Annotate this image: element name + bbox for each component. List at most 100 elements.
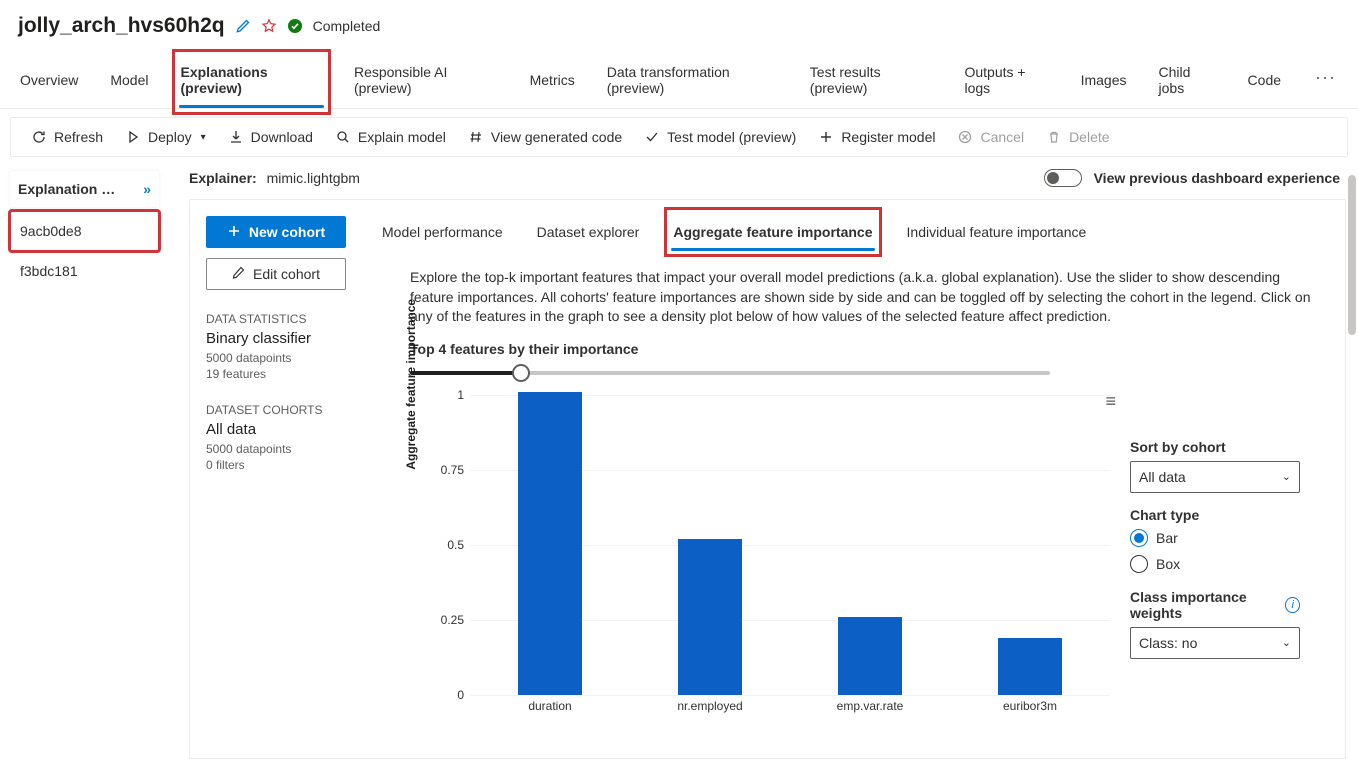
page-title: jolly_arch_hvs60h2q (18, 14, 225, 38)
x-tick: duration (528, 699, 571, 713)
y-tick: 1 (428, 388, 464, 402)
bar[interactable] (518, 392, 582, 695)
subtab-model-performance[interactable]: Model performance (380, 214, 505, 250)
plus-icon (818, 129, 834, 145)
cancel-button: Cancel (957, 129, 1024, 145)
sidebar-header: Explanation … » (10, 171, 159, 207)
x-tick: euribor3m (1003, 699, 1057, 713)
hash-icon (468, 129, 484, 145)
toggle-label: View previous dashboard experience (1094, 170, 1340, 186)
dataset-cohorts: DATASET COHORTS All data 5000 datapoints… (206, 403, 350, 472)
info-icon[interactable]: i (1285, 597, 1300, 613)
feature-importance-chart: ≡ Aggregate feature importance 00.250.50… (410, 395, 1110, 715)
edit-icon[interactable] (235, 18, 251, 34)
toggle-row: View previous dashboard experience (1044, 169, 1340, 187)
radio-icon (1130, 555, 1148, 573)
previous-dashboard-toggle[interactable] (1044, 169, 1082, 187)
cancel-icon (957, 129, 973, 145)
bar[interactable] (678, 539, 742, 695)
play-icon (125, 129, 141, 145)
dashboard: New cohort Edit cohort DATA STATISTICS B… (189, 199, 1346, 759)
chart-type-box[interactable]: Box (1130, 555, 1300, 573)
view-code-button[interactable]: View generated code (468, 129, 622, 145)
chevron-down-icon: ⌄ (1282, 636, 1291, 649)
y-tick: 0 (428, 688, 464, 702)
tab-outputs-logs[interactable]: Outputs + logs (962, 56, 1050, 108)
tab-images[interactable]: Images (1079, 64, 1129, 100)
search-icon (335, 129, 351, 145)
scrollbar[interactable] (1348, 175, 1356, 765)
toolbar: Refresh Deploy ▾ Download Explain model … (10, 117, 1348, 157)
explainer-value: mimic.lightgbm (267, 170, 360, 186)
chart-type-bar[interactable]: Bar (1130, 529, 1300, 547)
tab-explanations[interactable]: Explanations (preview) (179, 56, 324, 108)
y-tick: 0.5 (428, 538, 464, 552)
weights-select[interactable]: Class: no ⌄ (1130, 627, 1300, 659)
delete-button: Delete (1046, 129, 1109, 145)
sidebar-explanation-1[interactable]: f3bdc181 (10, 251, 159, 291)
data-statistics: DATA STATISTICS Binary classifier 5000 d… (206, 312, 350, 381)
chart-type-label: Chart type (1130, 507, 1300, 523)
x-tick: nr.employed (677, 699, 742, 713)
chart-row: ≡ Aggregate feature importance 00.250.50… (410, 395, 1327, 758)
check-icon (644, 129, 660, 145)
chart-controls: Sort by cohort All data ⌄ Chart type Bar (1120, 395, 1300, 758)
sort-by-label: Sort by cohort (1130, 439, 1300, 455)
tab-responsible-ai[interactable]: Responsible AI (preview) (352, 56, 500, 108)
explanation-sidebar: Explanation … » 9acb0de8 f3bdc181 (0, 163, 165, 769)
description-text: Explore the top-k important features tha… (410, 268, 1327, 327)
tab-overflow[interactable]: ··· (1311, 67, 1340, 98)
new-cohort-button[interactable]: New cohort (206, 216, 346, 248)
edit-icon (232, 266, 245, 282)
subtab-aggregate-importance[interactable]: Aggregate feature importance (671, 214, 874, 250)
refresh-icon (31, 129, 47, 145)
slider-thumb[interactable] (512, 364, 530, 382)
tab-model[interactable]: Model (108, 64, 150, 100)
explain-model-button[interactable]: Explain model (335, 129, 446, 145)
subtab-dataset-explorer[interactable]: Dataset explorer (535, 214, 642, 250)
star-icon[interactable] (261, 18, 277, 34)
sidebar-explanation-0[interactable]: 9acb0de8 (10, 211, 159, 251)
register-model-button[interactable]: Register model (818, 129, 935, 145)
weights-label: Class importance weights (1130, 589, 1285, 621)
dashboard-left: New cohort Edit cohort DATA STATISTICS B… (190, 200, 362, 758)
sort-by-select[interactable]: All data ⌄ (1130, 461, 1300, 493)
edit-cohort-button[interactable]: Edit cohort (206, 258, 346, 290)
page-header: jolly_arch_hvs60h2q Completed (0, 0, 1358, 46)
slider-title: Top 4 features by their importance (410, 341, 1327, 357)
plus-icon (227, 224, 241, 241)
refresh-button[interactable]: Refresh (31, 129, 103, 145)
main-content: Explanation … » 9acb0de8 f3bdc181 Explai… (0, 163, 1358, 769)
download-icon (228, 129, 244, 145)
chevron-down-icon: ⌄ (1282, 470, 1291, 483)
tab-test-results[interactable]: Test results (preview) (808, 56, 935, 108)
explainer-label: Explainer: (189, 170, 257, 186)
bar[interactable] (838, 617, 902, 695)
trash-icon (1046, 129, 1062, 145)
top-k-slider[interactable] (410, 363, 1050, 381)
download-button[interactable]: Download (228, 129, 313, 145)
y-tick: 0.75 (428, 463, 464, 477)
tab-data-transformation[interactable]: Data transformation (preview) (605, 56, 780, 108)
content-area: Explainer: mimic.lightgbm View previous … (165, 163, 1358, 769)
scrollbar-thumb[interactable] (1348, 175, 1356, 335)
tab-child-jobs[interactable]: Child jobs (1157, 56, 1218, 108)
tab-metrics[interactable]: Metrics (528, 64, 577, 100)
radio-icon (1130, 529, 1148, 547)
status-check-icon (287, 18, 303, 34)
bar[interactable] (998, 638, 1062, 695)
x-tick: emp.var.rate (837, 699, 904, 713)
chevron-down-icon: ▾ (201, 132, 206, 143)
y-axis-label: Aggregate feature importance (404, 299, 418, 470)
dashboard-subtabs: Model performance Dataset explorer Aggre… (380, 214, 1327, 250)
tab-code[interactable]: Code (1246, 64, 1283, 100)
subtab-individual-importance[interactable]: Individual feature importance (905, 214, 1089, 250)
main-tabs: Overview Model Explanations (preview) Re… (0, 46, 1358, 109)
tab-overview[interactable]: Overview (18, 64, 80, 100)
chevron-right-icon[interactable]: » (143, 181, 151, 197)
dashboard-right: Model performance Dataset explorer Aggre… (362, 200, 1345, 758)
status-text: Completed (313, 18, 381, 34)
test-model-button[interactable]: Test model (preview) (644, 129, 796, 145)
deploy-button[interactable]: Deploy ▾ (125, 129, 206, 145)
y-tick: 0.25 (428, 613, 464, 627)
